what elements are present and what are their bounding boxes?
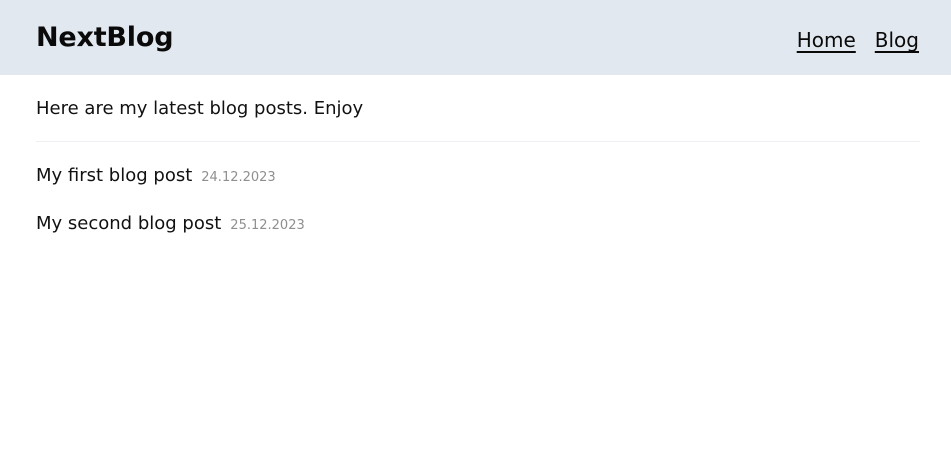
site-header: NextBlog Home Blog	[0, 0, 951, 75]
post-date: 24.12.2023	[201, 170, 276, 185]
post-title-link[interactable]: My first blog post	[36, 164, 192, 188]
intro-text: Here are my latest blog posts. Enjoy	[36, 98, 364, 119]
post-title-link[interactable]: My second blog post	[36, 212, 221, 236]
site-logo[interactable]: NextBlog	[36, 19, 174, 57]
post-date: 25.12.2023	[230, 218, 305, 233]
divider	[36, 141, 920, 142]
main-nav: Home Blog	[797, 26, 919, 54]
nav-link-home[interactable]: Home	[797, 26, 856, 54]
main-content: Here are my latest blog posts. Enjoy My …	[36, 75, 920, 260]
post-list: My first blog post 24.12.2023 My second …	[36, 164, 920, 260]
list-item: My second blog post 25.12.2023	[36, 212, 920, 260]
nav-link-blog[interactable]: Blog	[875, 26, 919, 54]
list-item: My first blog post 24.12.2023	[36, 164, 920, 212]
